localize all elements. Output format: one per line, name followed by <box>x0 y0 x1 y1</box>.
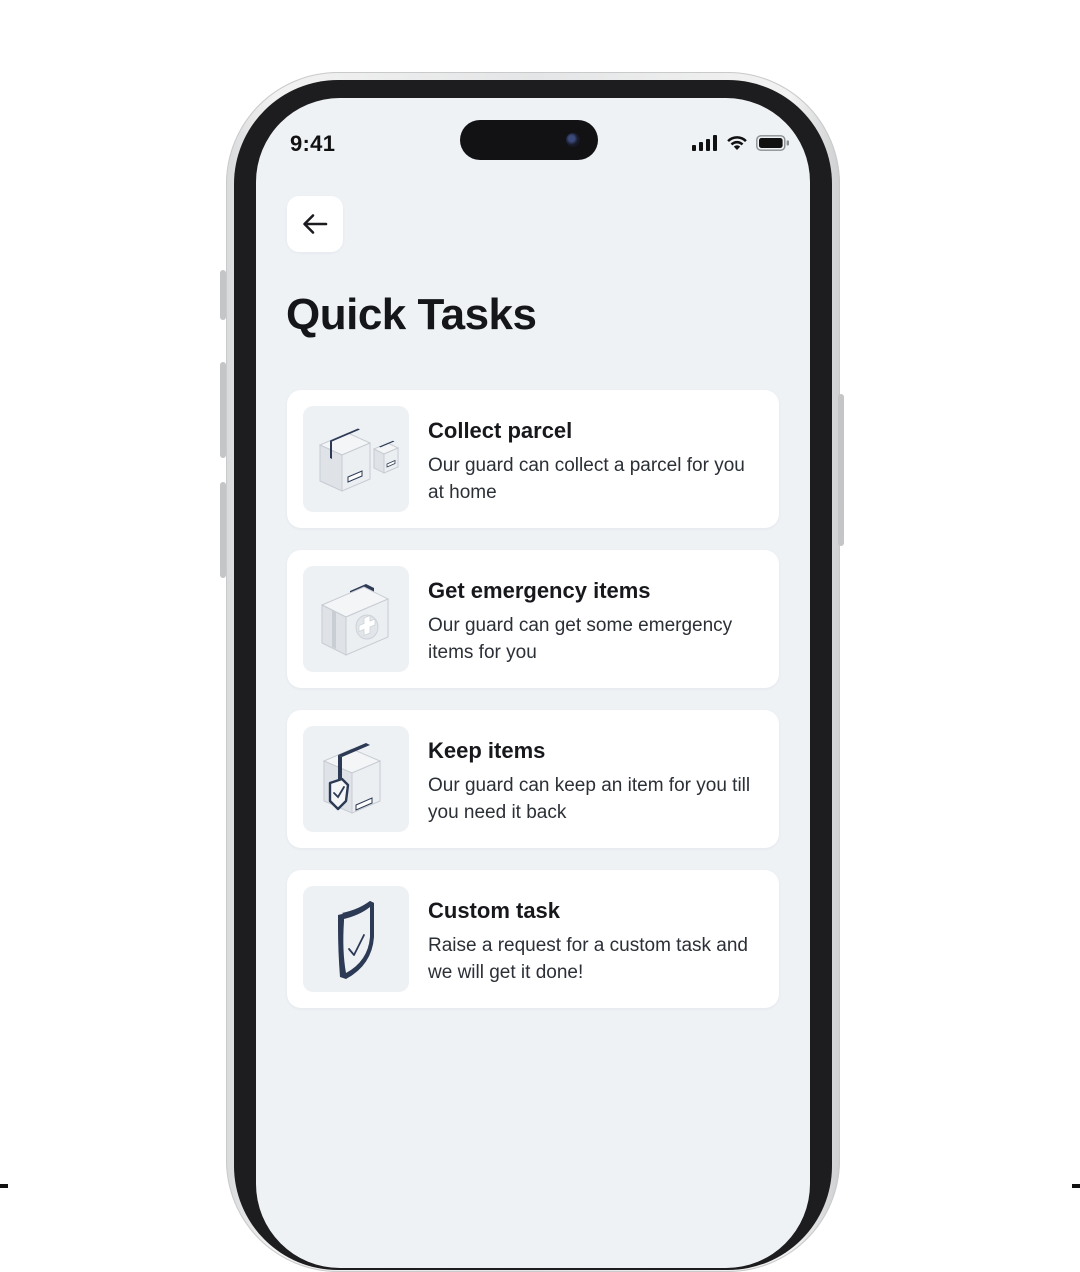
task-card-keep-items[interactable]: Keep items Our guard can keep an item fo… <box>287 710 779 848</box>
task-description: Raise a request for a custom task and we… <box>428 935 748 983</box>
status-time: 9:41 <box>290 131 336 156</box>
page-title: Quick Tasks <box>286 290 537 339</box>
first-aid-kit-icon <box>320 584 390 656</box>
task-description: Our guard can keep an item for you till … <box>428 775 751 823</box>
parcel-boxes-icon <box>318 428 400 492</box>
phone-volume-down-button <box>220 482 226 578</box>
arrow-left-icon <box>303 214 328 234</box>
task-title: Keep items <box>428 738 546 763</box>
task-list: Collect parcel Our guard can collect a p… <box>287 390 779 1030</box>
corner-mark-right <box>1072 1184 1080 1188</box>
wifi-icon <box>727 136 747 150</box>
battery-icon <box>756 135 789 151</box>
task-description: Our guard can collect a parcel for you a… <box>428 455 745 503</box>
task-description: Our guard can get some emergency items f… <box>428 615 733 663</box>
phone-power-button <box>838 394 844 546</box>
phone-screen: 9:41 Quick Tasks Collect parcel Our guar… <box>256 98 810 1268</box>
task-title: Collect parcel <box>428 418 573 443</box>
task-thumbnail <box>303 406 409 512</box>
secure-box-icon <box>322 743 382 814</box>
corner-mark-left <box>0 1184 8 1188</box>
phone-volume-up-button <box>220 362 226 458</box>
task-card-collect-parcel[interactable]: Collect parcel Our guard can collect a p… <box>287 390 779 528</box>
dynamic-island <box>460 120 598 160</box>
task-card-emergency-items[interactable]: Get emergency items Our guard can get so… <box>287 550 779 688</box>
cellular-signal-icon <box>692 135 717 151</box>
task-thumbnail <box>303 886 409 992</box>
phone-silent-switch <box>220 270 226 320</box>
back-button[interactable] <box>287 196 343 252</box>
shield-check-icon <box>338 901 374 979</box>
task-title: Custom task <box>428 898 561 923</box>
task-thumbnail <box>303 566 409 672</box>
front-camera-icon <box>566 133 580 147</box>
status-icons <box>692 135 790 151</box>
task-card-custom-task[interactable]: Custom task Raise a request for a custom… <box>287 870 779 1008</box>
task-thumbnail <box>303 726 409 832</box>
task-title: Get emergency items <box>428 578 651 603</box>
